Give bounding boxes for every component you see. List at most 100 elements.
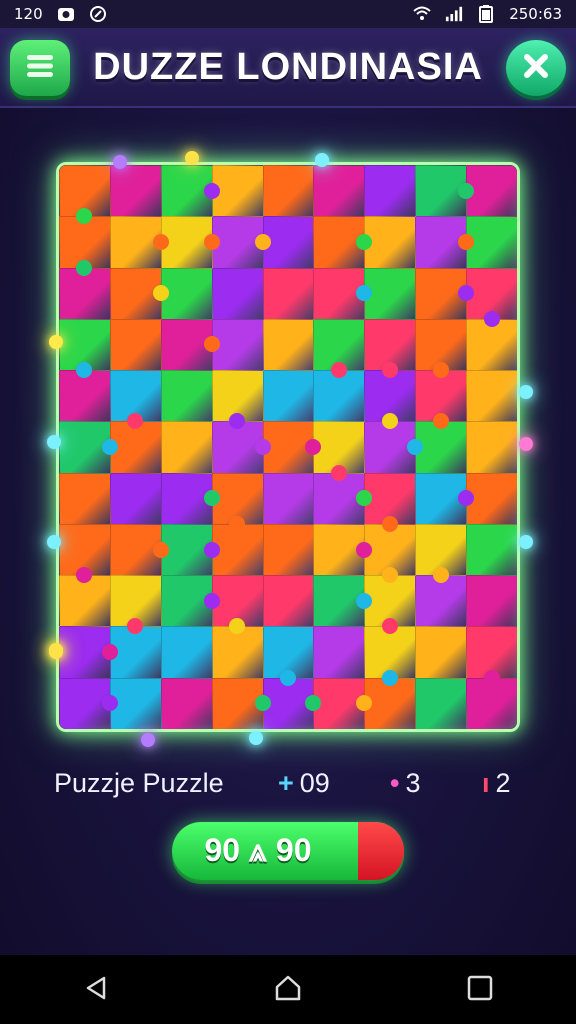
puzzle-piece[interactable] <box>415 421 468 474</box>
puzzle-piece[interactable] <box>466 575 517 628</box>
puzzle-knob <box>432 362 449 379</box>
stat-moves-value: 09 <box>299 768 330 798</box>
plus-icon: + <box>278 768 294 798</box>
stat-gems-value: 3 <box>405 768 421 798</box>
puzzle-knob <box>280 669 296 686</box>
puzzle-knob <box>203 233 220 250</box>
puzzle-knob <box>203 490 220 507</box>
stat-moves: + 09 <box>278 768 330 799</box>
frame-glow-dot <box>47 435 61 449</box>
stat-gems: • 3 <box>390 768 420 799</box>
frame-glow-dot <box>141 733 155 747</box>
puzzle-knob <box>381 669 398 686</box>
puzzle-piece[interactable] <box>160 421 213 474</box>
stats-label: Puzzje Puzzle <box>54 768 224 798</box>
progress-text: 90 ⩓ 90 <box>204 832 312 868</box>
puzzle-piece[interactable] <box>313 626 366 679</box>
close-icon <box>521 51 551 85</box>
status-left: 120 <box>14 5 107 23</box>
puzzle-knob <box>330 362 347 379</box>
frame-glow-dot <box>249 731 263 745</box>
puzzle-knob <box>254 695 271 712</box>
puzzle-piece[interactable] <box>364 165 417 218</box>
frame-glow-dot <box>315 153 329 167</box>
close-button[interactable] <box>506 40 566 96</box>
puzzle-piece[interactable] <box>160 677 213 729</box>
puzzle-knob <box>483 669 500 686</box>
puzzle-knob <box>229 515 246 532</box>
puzzle-piece[interactable] <box>262 523 315 577</box>
puzzle-piece[interactable] <box>211 626 264 679</box>
gem-icon: • <box>390 768 400 798</box>
puzzle-piece[interactable] <box>364 216 417 269</box>
back-button[interactable] <box>76 970 116 1010</box>
puzzle-piece[interactable] <box>59 575 111 628</box>
puzzle-knob <box>152 233 169 250</box>
status-bar: 120 250:63 <box>0 0 576 28</box>
progress-remaining <box>357 822 404 880</box>
frame-glow-dot <box>47 535 61 549</box>
puzzle-knob <box>356 541 373 558</box>
status-right: 250:63 <box>413 5 562 23</box>
stats-row: Puzzje Puzzle + 09 • 3 ı 2 <box>0 764 576 804</box>
frame-glow-dot <box>519 437 533 451</box>
puzzle-piece[interactable] <box>262 575 315 628</box>
puzzle-knob <box>203 182 220 199</box>
puzzle-board-frame <box>47 151 533 747</box>
puzzle-piece[interactable] <box>109 165 162 218</box>
frame-glow-dot <box>49 645 63 659</box>
menu-icon <box>25 53 55 83</box>
puzzle-piece[interactable] <box>466 523 517 577</box>
puzzle-piece[interactable] <box>160 626 213 679</box>
frame-glow-dot <box>519 535 533 549</box>
frame-glow-dot <box>113 155 127 169</box>
frame-glow-dot <box>49 335 63 349</box>
puzzle-knob <box>432 567 449 584</box>
puzzle-knob <box>152 541 169 558</box>
stat-hints-value: 2 <box>495 768 511 798</box>
header: DUZZE LONDINASIA <box>0 28 576 108</box>
menu-button[interactable] <box>10 40 70 96</box>
puzzle-knob <box>381 362 398 379</box>
puzzle-piece[interactable] <box>109 472 162 525</box>
home-icon <box>273 973 303 1007</box>
puzzle-knob <box>381 515 398 532</box>
camera-icon <box>57 5 75 23</box>
frame-glow-dot <box>185 151 199 165</box>
puzzle-piece[interactable] <box>160 370 213 423</box>
puzzle-knob <box>432 413 449 430</box>
puzzle-knob <box>458 182 475 199</box>
puzzle-board[interactable] <box>59 165 517 729</box>
puzzle-knob <box>101 439 118 455</box>
progress-bar[interactable]: 90 ⩓ 90 <box>172 822 404 880</box>
puzzle-piece[interactable] <box>262 472 315 525</box>
puzzle-knob <box>101 644 118 661</box>
puzzle-piece[interactable] <box>109 318 162 372</box>
puzzle-piece[interactable] <box>262 165 315 218</box>
puzzle-piece[interactable] <box>364 267 417 320</box>
stat-hints: ı 2 <box>482 768 511 799</box>
puzzle-piece[interactable] <box>262 318 315 372</box>
home-button[interactable] <box>268 970 308 1010</box>
puzzle-piece[interactable] <box>415 626 468 679</box>
puzzle-piece[interactable] <box>466 421 517 474</box>
recents-button[interactable] <box>460 970 500 1010</box>
puzzle-knob <box>483 310 500 327</box>
puzzle-piece[interactable] <box>415 575 468 628</box>
frame-glow-dot <box>519 385 533 399</box>
puzzle-piece[interactable] <box>466 370 517 423</box>
puzzle-piece[interactable] <box>415 677 468 729</box>
puzzle-knob <box>381 567 398 584</box>
puzzle-knob <box>330 464 347 481</box>
wifi-icon <box>413 5 431 23</box>
puzzle-piece[interactable] <box>262 370 315 423</box>
puzzle-knob <box>203 541 220 558</box>
puzzle-knob <box>203 592 220 609</box>
puzzle-knob <box>458 233 475 250</box>
puzzle-piece[interactable] <box>262 267 315 320</box>
puzzle-piece[interactable] <box>59 472 111 525</box>
puzzle-piece[interactable] <box>313 165 366 218</box>
puzzle-piece[interactable] <box>211 267 264 320</box>
puzzle-knob <box>254 233 271 250</box>
puzzle-knob <box>254 439 271 455</box>
